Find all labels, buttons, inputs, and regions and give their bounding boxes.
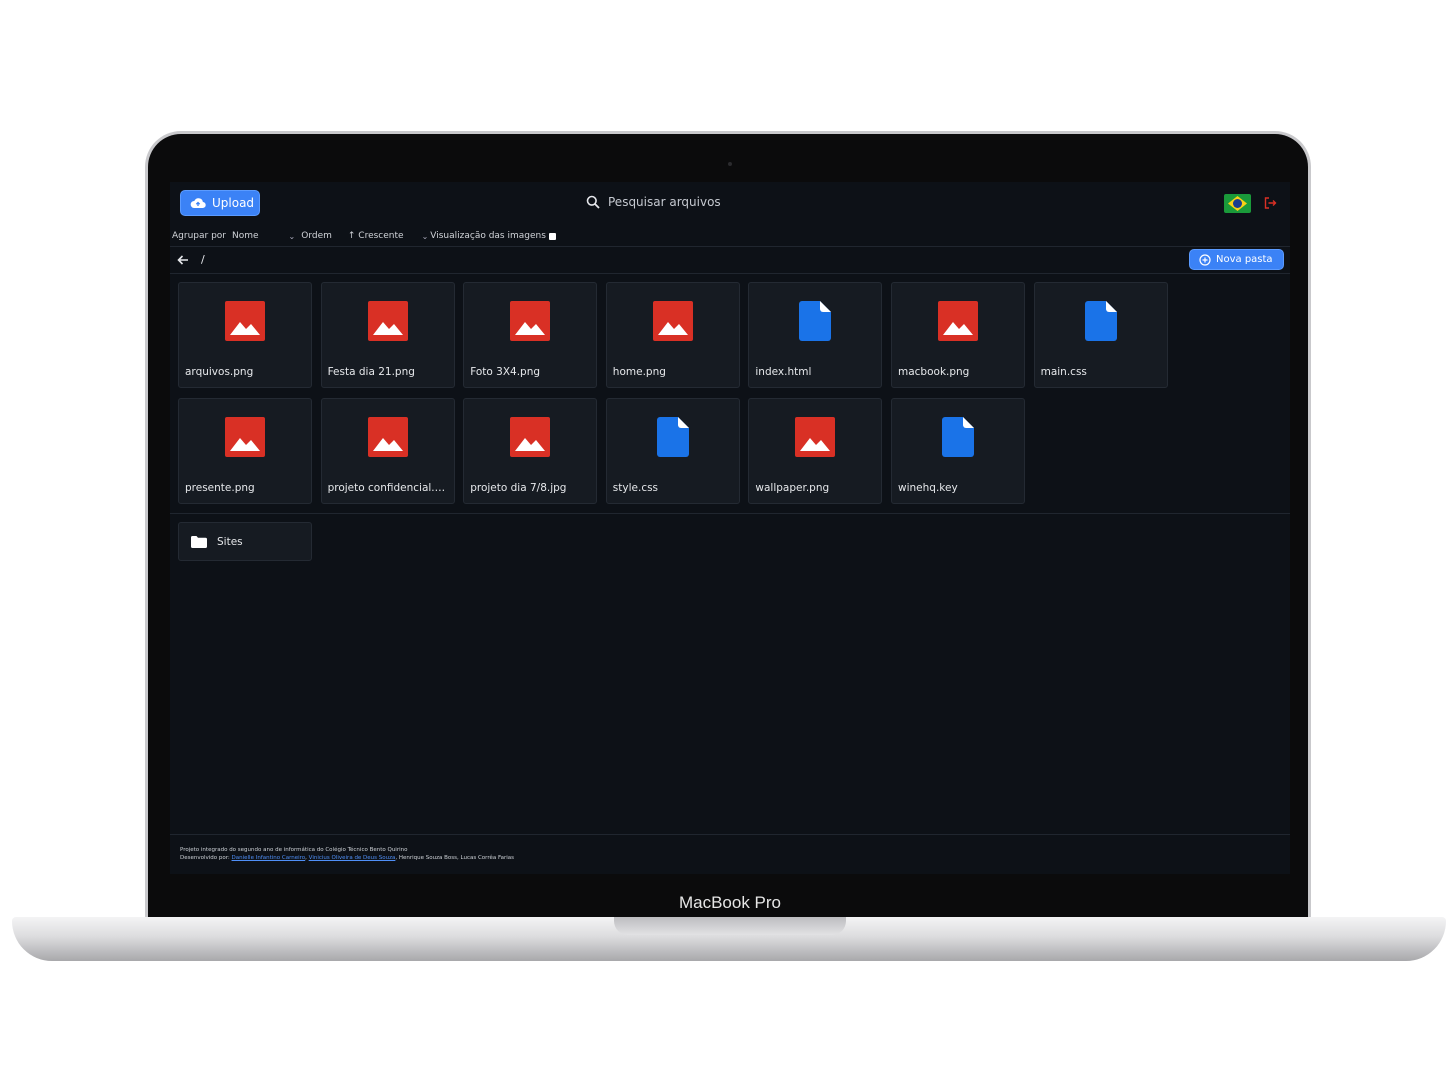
document-file-icon: [1035, 283, 1167, 359]
file-card[interactable]: main.css: [1033, 282, 1168, 388]
path-bar: /: [170, 248, 1290, 272]
chevron-down-icon: ⌄: [288, 231, 296, 241]
chevron-down-icon: ⌄: [421, 231, 429, 241]
file-name: Festa dia 21.png: [327, 366, 415, 378]
order-select[interactable]: ↑ Crescente ⌄: [348, 231, 428, 241]
upload-label: Upload: [212, 196, 255, 210]
preview-checkbox[interactable]: [548, 232, 556, 240]
plus-circle-icon: [1199, 253, 1211, 266]
document-file-icon: [749, 283, 881, 359]
file-name: macbook.png: [898, 366, 970, 378]
file-card[interactable]: Festa dia 21.png: [320, 282, 455, 388]
model-label: MacBook Pro: [678, 893, 782, 912]
file-name: Foto 3X4.png: [470, 366, 541, 378]
file-name: presente.png: [185, 482, 255, 494]
image-file-icon: [607, 283, 739, 359]
folder-item[interactable]: Sites: [178, 522, 312, 561]
image-file-icon: [322, 399, 454, 475]
new-folder-label: Nova pasta: [1216, 254, 1273, 265]
logout-icon[interactable]: [1263, 196, 1277, 210]
file-name: main.css: [1040, 366, 1087, 378]
image-file-icon: [179, 399, 311, 475]
file-card[interactable]: projeto confidencial.png: [320, 398, 455, 504]
group-by-select[interactable]: Nome ⌄: [232, 231, 295, 241]
file-card[interactable]: Foto 3X4.png: [463, 282, 598, 388]
document-file-icon: [607, 399, 739, 475]
file-name: home.png: [612, 366, 666, 378]
preview-label: Visualização das imagens: [430, 231, 546, 241]
current-path: /: [201, 253, 205, 266]
file-name: wallpaper.png: [755, 482, 830, 494]
divider: [170, 513, 1290, 514]
brazil-flag-icon[interactable]: [1224, 194, 1251, 213]
file-name: index.html: [755, 366, 812, 378]
folder-name: Sites: [217, 535, 243, 548]
file-name: projeto confidencial.png: [327, 482, 450, 494]
file-card[interactable]: style.css: [605, 398, 740, 504]
image-file-icon: [464, 283, 596, 359]
file-card[interactable]: wallpaper.png: [748, 398, 883, 504]
footer: Projeto integrado do segundo ano de info…: [180, 847, 515, 861]
topbar: Upload Pesquisar arquivos: [170, 182, 1290, 226]
new-folder-button[interactable]: Nova pasta: [1189, 249, 1284, 270]
file-card[interactable]: presente.png: [178, 398, 312, 504]
image-file-icon: [322, 283, 454, 359]
upload-button[interactable]: Upload: [180, 190, 260, 216]
divider: [170, 246, 1290, 247]
group-by-value: Nome: [231, 231, 259, 241]
arrow-left-icon[interactable]: [176, 253, 190, 267]
author-link[interactable]: Danielle Infantino Carneiro: [232, 855, 306, 861]
laptop-notch: [614, 917, 846, 935]
file-card[interactable]: projeto dia 7/8.jpg: [463, 398, 598, 504]
file-name: winehq.key: [898, 482, 958, 494]
app-screen: Upload Pesquisar arquivos Agrupar por No…: [170, 182, 1290, 874]
order-label: Ordem: [301, 231, 332, 241]
file-name: arquivos.png: [185, 366, 254, 378]
file-name: projeto dia 7/8.jpg: [470, 482, 567, 494]
search-input[interactable]: Pesquisar arquivos: [586, 195, 721, 209]
group-by-label: Agrupar por: [172, 231, 226, 241]
file-card[interactable]: macbook.png: [891, 282, 1025, 388]
file-card[interactable]: arquivos.png: [178, 282, 312, 388]
image-file-icon: [179, 283, 311, 359]
file-name: style.css: [612, 482, 659, 494]
footer-suffix: , Henrique Souza Boss, Lucas Corrêa Fari…: [395, 855, 515, 861]
image-file-icon: [749, 399, 881, 475]
file-card[interactable]: index.html: [748, 282, 883, 388]
folder-icon: [191, 535, 207, 548]
cloud-upload-icon: [190, 198, 206, 209]
footer-prefix: Desenvolvido por:: [180, 855, 230, 861]
file-card[interactable]: winehq.key: [891, 398, 1025, 504]
divider: [170, 273, 1290, 274]
image-file-icon: [892, 283, 1024, 359]
image-file-icon: [464, 399, 596, 475]
search-placeholder: Pesquisar arquivos: [608, 195, 721, 209]
order-value: ↑ Crescente: [347, 231, 404, 241]
divider: [170, 834, 1290, 835]
camera-dot: [728, 162, 732, 166]
footer-line1: Projeto integrado do segundo ano de info…: [180, 847, 408, 853]
filter-bar: Agrupar por Nome ⌄ Ordem ↑ Crescente ⌄ V…: [172, 228, 556, 244]
search-icon: [586, 195, 600, 209]
author-link[interactable]: Vinicius Oliveira de Deus Souza: [309, 855, 396, 861]
document-file-icon: [892, 399, 1024, 475]
file-card[interactable]: home.png: [605, 282, 740, 388]
